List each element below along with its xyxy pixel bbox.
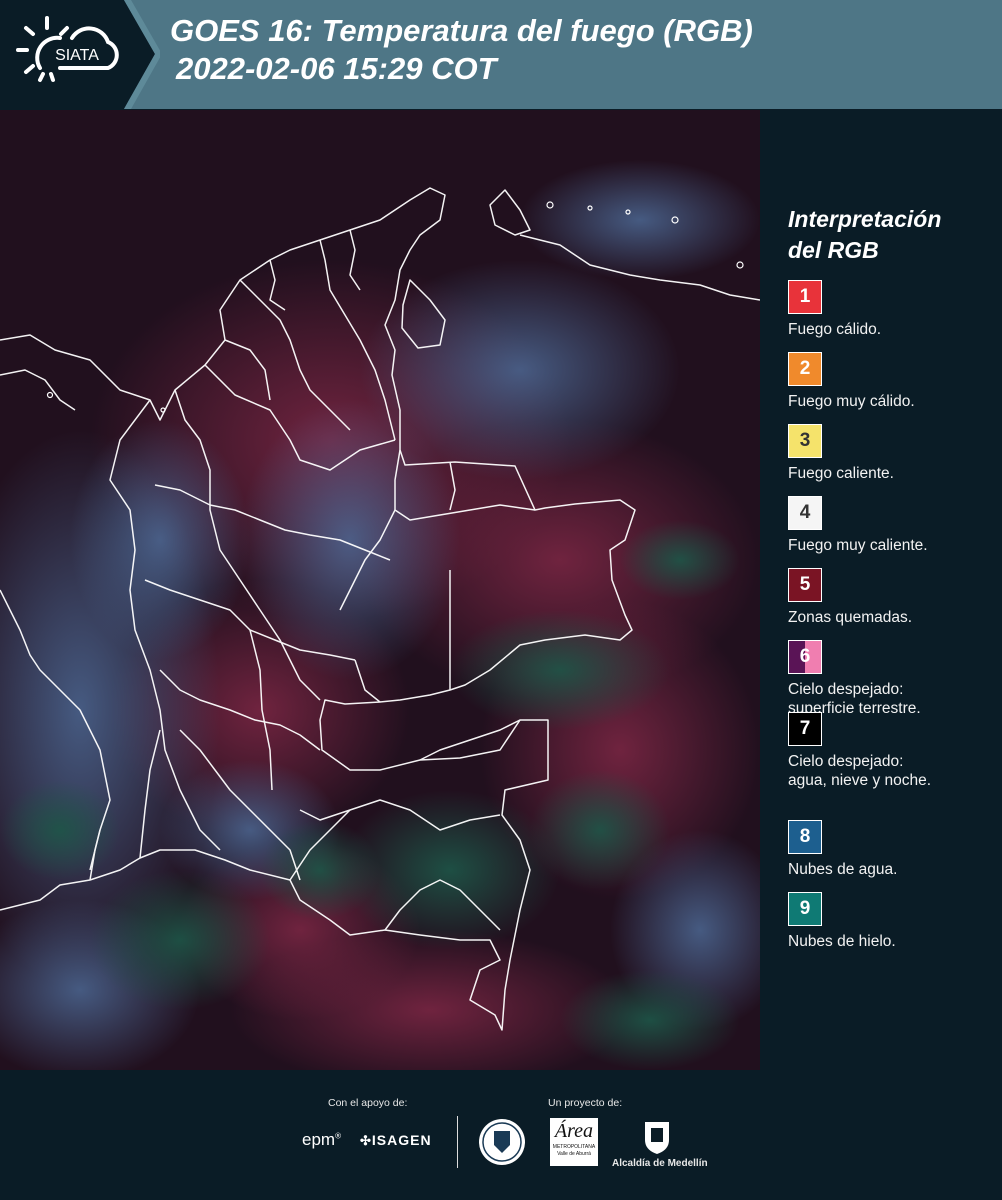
siata-logo: SIATA: [0, 0, 160, 109]
legend-item-3: 3 Fuego caliente.: [788, 424, 998, 483]
medellin-shield-icon: [640, 1118, 674, 1156]
legend-description: Zonas quemadas.: [788, 608, 998, 627]
legend-description-line-1: Nubes de hielo.: [788, 933, 896, 950]
epm-logo: epm®: [302, 1130, 341, 1149]
legend-description-line-1: Zonas quemadas.: [788, 609, 913, 626]
alcaldia-label: Alcaldía de Medellín: [612, 1158, 708, 1169]
legend-item-1: 1 Fuego cálido.: [788, 280, 998, 339]
legend-description: Nubes de agua.: [788, 860, 998, 879]
legend-item-9: 9 Nubes de hielo.: [788, 892, 998, 951]
support-label: Con el apoyo de:: [328, 1097, 408, 1109]
legend-description-line-1: Fuego muy caliente.: [788, 537, 928, 554]
legend-title-line-1: Interpretación: [788, 206, 942, 232]
footer: Con el apoyo de: Un proyecto de: epm® ✣I…: [0, 1070, 1002, 1200]
legend-description-line-1: Cielo despejado:: [788, 753, 904, 770]
legend-description-line-2: agua, nieve y noche.: [788, 772, 932, 789]
legend-description-line-1: Fuego cálido.: [788, 321, 882, 338]
legend-description-line-1: Cielo despejado:: [788, 681, 904, 698]
legend-description: Cielo despejado: agua, nieve y noche.: [788, 752, 998, 790]
legend-swatch: 3: [788, 424, 822, 458]
legend-description: Fuego caliente.: [788, 464, 998, 483]
legend-description-line-1: Fuego muy cálido.: [788, 393, 915, 410]
legend-item-4: 4 Fuego muy caliente.: [788, 496, 998, 555]
legend-swatch: 1: [788, 280, 822, 314]
header-bar: SIATA GOES 16: Temperatura del fuego (RG…: [0, 0, 1002, 109]
legend-swatch: 8: [788, 820, 822, 854]
svg-text:SIATA: SIATA: [55, 47, 99, 64]
legend-description: Nubes de hielo.: [788, 932, 998, 951]
legend-item-5: 5 Zonas quemadas.: [788, 568, 998, 627]
legend-swatch: 2: [788, 352, 822, 386]
legend-swatch: 4: [788, 496, 822, 530]
footer-divider: [457, 1116, 458, 1168]
legend-description: Fuego muy caliente.: [788, 536, 998, 555]
legend-title: Interpretación del RGB: [788, 204, 988, 266]
satellite-map: [0, 110, 790, 1090]
area-metropolitana-logo: Área METROPOLITANA Valle de Aburrá: [550, 1118, 598, 1166]
isagen-logo: ✣ISAGEN: [360, 1132, 432, 1148]
legend-description: Fuego cálido.: [788, 320, 998, 339]
legend-swatch: 5: [788, 568, 822, 602]
legend-item-6: 6 Cielo despejado: superficie terrestre.: [788, 640, 998, 718]
legend-description-line-1: Fuego caliente.: [788, 465, 894, 482]
legend-item-2: 2 Fuego muy cálido.: [788, 352, 998, 411]
legend-item-8: 8 Nubes de agua.: [788, 820, 998, 879]
legend-swatch: 7: [788, 712, 822, 746]
legend-swatch: 9: [788, 892, 822, 926]
legend-item-7: 7 Cielo despejado: agua, nieve y noche.: [788, 712, 998, 790]
university-seal-icon: [477, 1117, 527, 1172]
legend-description: Fuego muy cálido.: [788, 392, 998, 411]
project-label: Un proyecto de:: [548, 1097, 623, 1109]
legend-panel: Interpretación del RGB 1 Fuego cálido. 2 Fu…: [760, 110, 1002, 1070]
page-title: GOES 16: Temperatura del fuego (RGB) 202…: [170, 12, 753, 88]
title-line-2: 2022-02-06 15:29 COT: [176, 51, 497, 86]
legend-description-line-1: Nubes de agua.: [788, 861, 898, 878]
legend-title-line-2: del RGB: [788, 237, 879, 263]
legend-swatch: 6: [788, 640, 822, 674]
title-line-1: GOES 16: Temperatura del fuego (RGB): [170, 13, 753, 48]
